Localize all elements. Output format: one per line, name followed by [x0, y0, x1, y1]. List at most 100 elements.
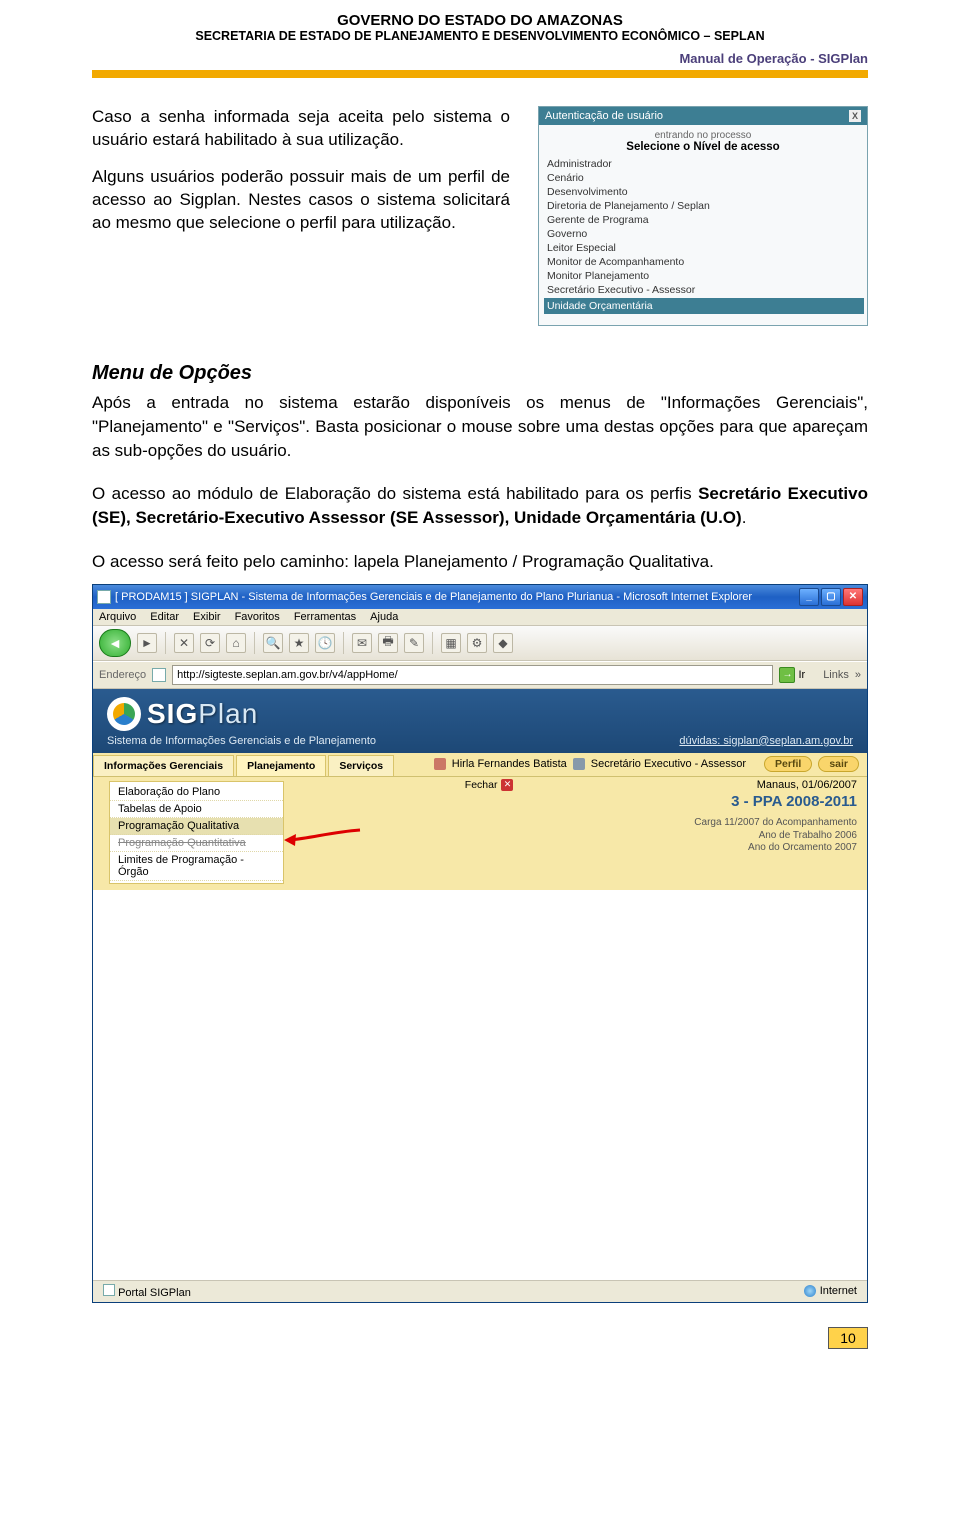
auth-item[interactable]: Gerente de Programa: [547, 213, 861, 227]
refresh-button[interactable]: ⟳: [200, 633, 220, 653]
location-date: Manaus, 01/06/2007: [694, 779, 857, 793]
ie-menu-favoritos[interactable]: Favoritos: [235, 611, 280, 623]
print-button[interactable]: 🖶: [378, 633, 398, 653]
submenu-elaboracao-plano[interactable]: Elaboração do Plano: [110, 784, 283, 801]
ie-menu-ajuda[interactable]: Ajuda: [370, 611, 398, 623]
auth-dialog-title: Autenticação de usuário: [545, 110, 663, 122]
status-right-text: Internet: [820, 1285, 857, 1297]
logo-text-plan: Plan: [198, 698, 258, 729]
history-button[interactable]: 🕓: [315, 633, 335, 653]
ie-menubar: Arquivo Editar Exibir Favoritos Ferramen…: [93, 609, 867, 626]
links-chevron-icon[interactable]: »: [855, 669, 861, 681]
auth-item[interactable]: Monitor de Acompanhamento: [547, 255, 861, 269]
toolbar-extra3-button[interactable]: ◆: [493, 633, 513, 653]
home-button[interactable]: ⌂: [226, 633, 246, 653]
toolbar-separator: [432, 632, 433, 654]
ie-menu-exibir[interactable]: Exibir: [193, 611, 221, 623]
toolbar-extra2-button[interactable]: ⚙: [467, 633, 487, 653]
ie-statusbar: Portal SIGPlan Internet: [93, 1280, 867, 1302]
edit-button[interactable]: ✎: [404, 633, 424, 653]
auth-item-selected[interactable]: Unidade Orçamentária: [544, 298, 864, 314]
maximize-button[interactable]: ▢: [821, 588, 841, 606]
ie-addressbar: Endereço → Ir Links »: [93, 661, 867, 689]
intro-paragraph-2: Alguns usuários poderão possuir mais de …: [92, 166, 510, 235]
tab-servicos[interactable]: Serviços: [328, 755, 394, 776]
status-left-text: Portal SIGPlan: [118, 1287, 191, 1299]
sigplan-subbar: Elaboração do Plano Tabelas de Apoio Pro…: [93, 777, 867, 890]
menu-p2-c: .: [742, 508, 747, 527]
back-button[interactable]: ◄: [99, 629, 131, 657]
logo-swirl-icon: [107, 697, 141, 731]
intro-text-block: Caso a senha informada seja aceita pelo …: [92, 106, 510, 326]
secretaria-title: SECRETARIA DE ESTADO DE PLANEJAMENTO E D…: [92, 29, 868, 43]
auth-dialog-titlebar: Autenticação de usuário X: [539, 107, 867, 125]
ie-menu-ferramentas[interactable]: Ferramentas: [294, 611, 356, 623]
app-content-area: [93, 890, 867, 1280]
go-button[interactable]: →: [779, 667, 795, 683]
ie-menu-arquivo[interactable]: Arquivo: [99, 611, 136, 623]
toolbar-extra-button[interactable]: ▦: [441, 633, 461, 653]
auth-item[interactable]: Governo: [547, 227, 861, 241]
sigplan-tabbar: Informações Gerenciais Planejamento Serv…: [93, 753, 867, 777]
auth-sub-bold: Selecione o Nível de acesso: [543, 141, 863, 153]
menu-paragraph-2: O acesso ao módulo de Elaboração do sist…: [92, 482, 868, 530]
search-button[interactable]: 🔍: [263, 633, 283, 653]
fechar-button[interactable]: Fechar ✕: [465, 779, 514, 791]
sair-button[interactable]: sair: [818, 756, 859, 772]
gov-title: GOVERNO DO ESTADO DO AMAZONAS: [92, 12, 868, 29]
menu-p2-a: O acesso ao módulo de Elaboração do sist…: [92, 484, 698, 503]
favorites-button[interactable]: ★: [289, 633, 309, 653]
context-info: Manaus, 01/06/2007 3 - PPA 2008-2011 Car…: [694, 779, 857, 855]
links-label[interactable]: Links: [823, 669, 849, 681]
close-button[interactable]: ✕: [843, 588, 863, 606]
manual-title: Manual de Operação - SIGPlan: [92, 51, 868, 66]
ie-menu-editar[interactable]: Editar: [150, 611, 179, 623]
role-icon: [573, 758, 585, 770]
mail-button[interactable]: ✉: [352, 633, 372, 653]
tab-informacoes-gerenciais[interactable]: Informações Gerenciais: [93, 755, 234, 776]
forward-button[interactable]: ►: [137, 633, 157, 653]
ppa-label: 3 - PPA 2008-2011: [694, 793, 857, 812]
carga-label: Carga 11/2007 do Acompanhamento: [694, 817, 857, 830]
submenu-tabelas-apoio[interactable]: Tabelas de Apoio: [110, 801, 283, 818]
minimize-button[interactable]: _: [799, 588, 819, 606]
stop-button[interactable]: ✕: [174, 633, 194, 653]
close-icon[interactable]: X: [849, 110, 861, 122]
submenu-limites-programacao[interactable]: Limites de Programação - Órgão: [110, 852, 283, 881]
sigplan-help-email[interactable]: dúvidas: sigplan@seplan.am.gov.br: [679, 735, 853, 747]
auth-item[interactable]: Monitor Planejamento: [547, 269, 861, 283]
logo-text-sig: SIG: [147, 698, 198, 729]
auth-item[interactable]: Desenvolvimento: [547, 185, 861, 199]
perfil-button[interactable]: Perfil: [764, 756, 812, 772]
planejamento-submenu: Elaboração do Plano Tabelas de Apoio Pro…: [109, 781, 284, 884]
auth-dialog: Autenticação de usuário X entrando no pr…: [538, 106, 868, 326]
red-arrow-annotation: [282, 824, 362, 857]
auth-item[interactable]: Diretoria de Planejamento / Seplan: [547, 199, 861, 213]
address-input[interactable]: [172, 665, 773, 685]
auth-sub-small: entrando no processo: [543, 130, 863, 141]
ie-window: [ PRODAM15 ] SIGPLAN - Sistema de Inform…: [92, 584, 868, 1303]
toolbar-separator: [165, 632, 166, 654]
intro-paragraph-1: Caso a senha informada seja aceita pelo …: [92, 106, 510, 152]
submenu-programacao-qualitativa[interactable]: Programação Qualitativa: [110, 818, 283, 835]
toolbar-separator: [254, 632, 255, 654]
page-number: 10: [828, 1327, 868, 1349]
address-page-icon: [152, 668, 166, 682]
tab-planejamento[interactable]: Planejamento: [236, 755, 326, 776]
user-name: Hirla Fernandes Batista: [452, 758, 567, 770]
status-left: Portal SIGPlan: [103, 1284, 191, 1299]
menu-section-heading: Menu de Opções: [92, 362, 868, 385]
user-role: Secretário Executivo - Assessor: [591, 758, 746, 770]
orange-divider: [92, 70, 868, 78]
auth-item[interactable]: Administrador: [547, 157, 861, 171]
auth-item[interactable]: Secretário Executivo - Assessor: [547, 283, 861, 297]
auth-item[interactable]: Cenário: [547, 171, 861, 185]
auth-item[interactable]: Leitor Especial: [547, 241, 861, 255]
ie-page-icon: [97, 590, 111, 604]
sigplan-logo: SIGPlan: [107, 697, 258, 731]
page-icon: [103, 1284, 115, 1296]
sigplan-subtitle: Sistema de Informações Gerenciais e de P…: [107, 735, 376, 747]
sigplan-header: SIGPlan Sistema de Informações Gerenciai…: [93, 689, 867, 753]
submenu-programacao-quantitativa[interactable]: Programação Quantitativa: [110, 835, 283, 852]
ie-titlebar: [ PRODAM15 ] SIGPLAN - Sistema de Inform…: [93, 585, 867, 609]
